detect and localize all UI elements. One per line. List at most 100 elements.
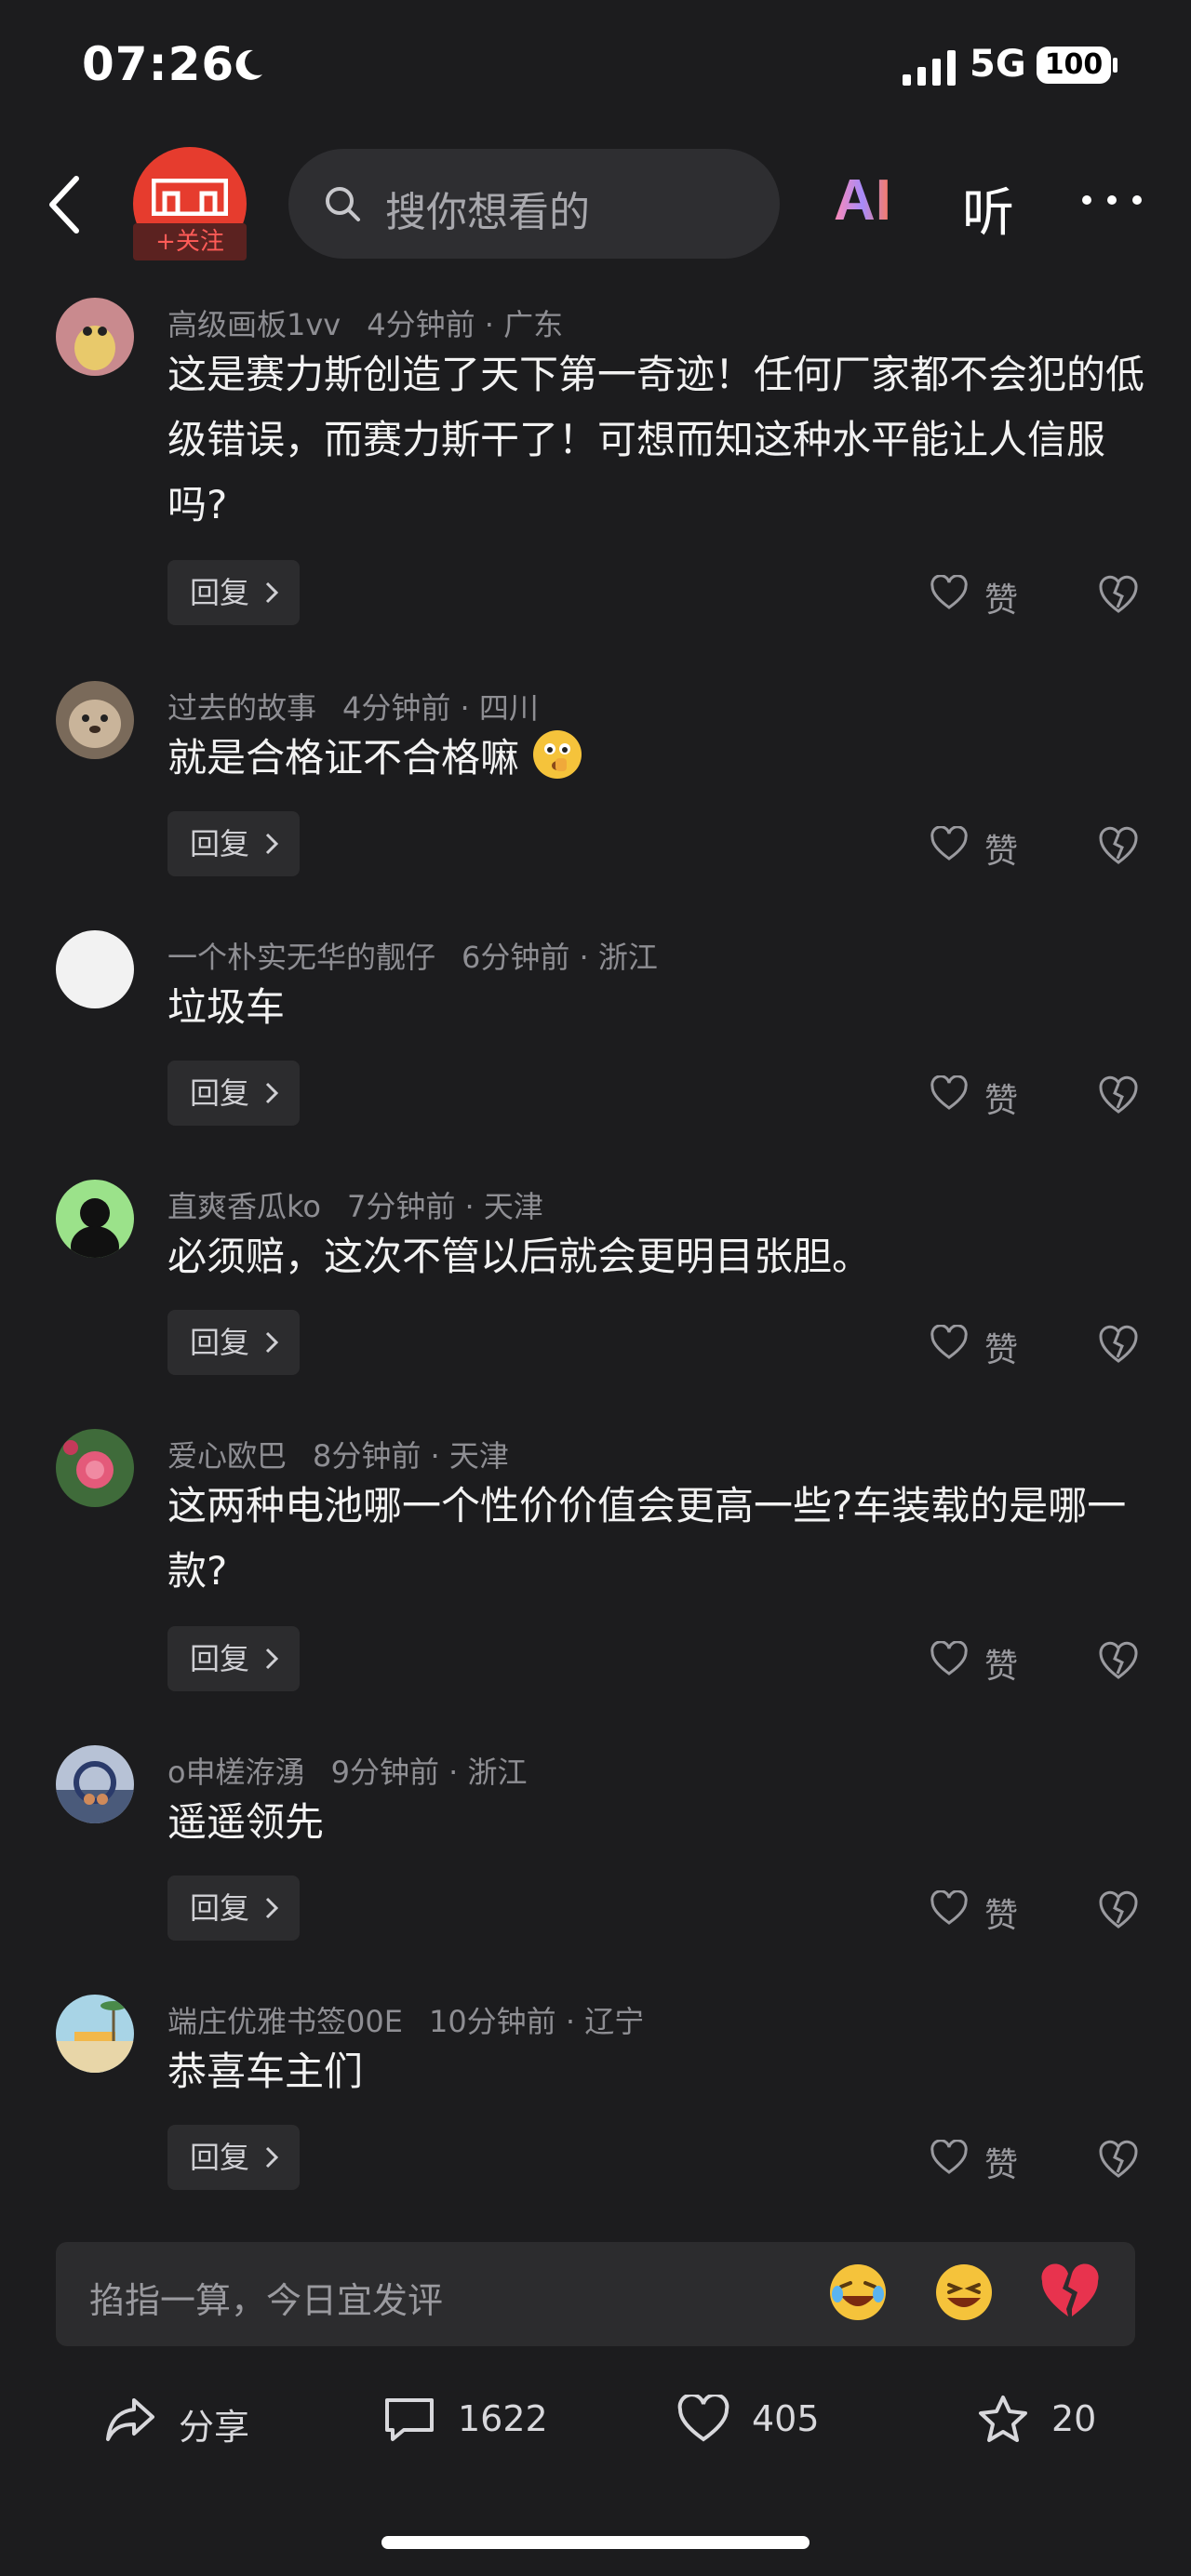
user-avatar[interactable] bbox=[56, 930, 134, 1008]
share-button[interactable]: 分享 bbox=[104, 2391, 262, 2448]
author-avatar[interactable]: +关注 bbox=[133, 147, 247, 260]
like-label: 赞 bbox=[984, 2146, 1019, 2184]
heart-icon bbox=[930, 575, 968, 609]
share-icon bbox=[106, 2398, 154, 2441]
like-label: 赞 bbox=[984, 1648, 1019, 1686]
grinning-emoji-icon[interactable] bbox=[934, 2262, 994, 2322]
username[interactable]: 端庄优雅书签00E bbox=[167, 2004, 403, 2039]
comment-meta: 端庄优雅书签00E 10分钟前 · 辽宁 bbox=[167, 1998, 644, 2041]
reply-button[interactable]: 回复 bbox=[167, 1061, 300, 1126]
like-label: 赞 bbox=[984, 581, 1019, 620]
dislike-heart-icon[interactable] bbox=[1098, 1324, 1139, 1365]
comment-meta: o申槎洊湧 9分钟前 · 浙江 bbox=[167, 1749, 527, 1792]
username[interactable]: 直爽香瓜ko bbox=[167, 1189, 321, 1224]
like-button[interactable]: 赞 bbox=[930, 1881, 1033, 1937]
like-button[interactable]: 赞 bbox=[930, 1632, 1033, 1688]
dislike-heart-icon[interactable] bbox=[1098, 1640, 1139, 1681]
comment-text: 遥遥领先 bbox=[167, 1799, 325, 1845]
comment-time-location: 7分钟前 · 天津 bbox=[346, 1189, 543, 1224]
heart-icon bbox=[930, 1890, 968, 1925]
follow-button[interactable]: +关注 bbox=[133, 223, 247, 260]
user-avatar[interactable] bbox=[56, 1429, 134, 1507]
heart-icon bbox=[930, 826, 968, 861]
like-label: 赞 bbox=[984, 1331, 1019, 1369]
back-icon[interactable] bbox=[37, 167, 93, 242]
dislike-heart-icon[interactable] bbox=[1098, 574, 1139, 615]
like-label: 赞 bbox=[984, 1082, 1019, 1120]
reply-label: 回复 bbox=[190, 1641, 250, 1676]
reply-button[interactable]: 回复 bbox=[167, 560, 300, 625]
like-button[interactable]: 赞 bbox=[930, 2130, 1033, 2186]
reply-label: 回复 bbox=[190, 1890, 250, 1926]
reply-button[interactable]: 回复 bbox=[167, 2125, 300, 2190]
chevron-right-icon bbox=[265, 1897, 279, 1919]
dislike-heart-icon[interactable] bbox=[1098, 825, 1139, 866]
favorite-count: 20 bbox=[1051, 2398, 1097, 2439]
comment-text: 恭喜车主们 bbox=[167, 2049, 364, 2094]
user-avatar[interactable] bbox=[56, 681, 134, 759]
comment-time-location: 9分钟前 · 浙江 bbox=[330, 1755, 528, 1790]
heart-icon bbox=[930, 1641, 968, 1675]
chevron-right-icon bbox=[265, 581, 279, 604]
reply-button[interactable]: 回复 bbox=[167, 1626, 300, 1691]
listen-button[interactable]: 听 bbox=[962, 171, 1014, 247]
chevron-right-icon bbox=[265, 1082, 279, 1104]
username[interactable]: 一个朴实无华的靓仔 bbox=[167, 940, 435, 975]
dislike-heart-icon[interactable] bbox=[1098, 1074, 1139, 1115]
status-bar: 07:26 5G 100 bbox=[0, 0, 1191, 140]
comment-time-location: 6分钟前 · 浙江 bbox=[462, 940, 658, 975]
reply-label: 回复 bbox=[190, 1075, 250, 1111]
search-icon bbox=[326, 187, 360, 221]
network-type: 5G bbox=[970, 43, 1026, 86]
search-input[interactable]: 搜你想看的 bbox=[288, 149, 780, 259]
composer-placeholder: 掐指一算，今日宜发评 bbox=[89, 2280, 444, 2321]
comment-meta: 过去的故事 4分钟前 · 四川 bbox=[167, 685, 539, 727]
user-avatar[interactable] bbox=[56, 1995, 134, 2073]
comment-text-content: 就是合格证不合格嘛 bbox=[167, 735, 520, 781]
heart-icon bbox=[930, 2140, 968, 2174]
username[interactable]: 高级画板1vv bbox=[167, 307, 341, 342]
user-avatar[interactable] bbox=[56, 298, 134, 376]
laughing-emoji-icon[interactable] bbox=[828, 2262, 888, 2322]
like-button[interactable]: 赞 bbox=[930, 817, 1033, 873]
reply-button[interactable]: 回复 bbox=[167, 1875, 300, 1941]
comment-count: 1622 bbox=[458, 2398, 548, 2439]
battery-icon: 100 bbox=[1037, 47, 1111, 84]
heart-icon bbox=[930, 1075, 968, 1110]
comment-meta: 直爽香瓜ko 7分钟前 · 天津 bbox=[167, 1183, 543, 1226]
search-placeholder: 搜你想看的 bbox=[385, 189, 590, 236]
reply-button[interactable]: 回复 bbox=[167, 1310, 300, 1375]
battery-tip bbox=[1113, 58, 1117, 73]
username[interactable]: 过去的故事 bbox=[167, 690, 316, 726]
comment-button[interactable]: 1622 bbox=[383, 2391, 569, 2447]
chevron-right-icon bbox=[265, 2146, 279, 2169]
comment-composer[interactable]: 掐指一算，今日宜发评 bbox=[56, 2242, 1135, 2346]
like-button[interactable]: 赞 bbox=[930, 566, 1033, 621]
comment-text: 这两种电池哪一个性价价值会更高一些?车装载的是哪一款? bbox=[167, 1483, 1127, 1594]
username[interactable]: o申槎洊湧 bbox=[167, 1755, 305, 1790]
username[interactable]: 爱心欧巴 bbox=[167, 1438, 287, 1474]
home-indicator[interactable] bbox=[381, 2536, 810, 2549]
ai-button[interactable]: AI bbox=[834, 167, 891, 234]
share-label: 分享 bbox=[179, 2407, 250, 2448]
like-post-button[interactable]: 405 bbox=[677, 2391, 845, 2447]
dislike-heart-icon[interactable] bbox=[1098, 2139, 1139, 2180]
comment-text: 这是赛力斯创造了天下第一奇迹！任何厂家都不会犯的低级错误，而赛力斯干了！可想而知… bbox=[167, 352, 1145, 527]
like-count: 405 bbox=[752, 2398, 820, 2439]
comment-time-location: 8分钟前 · 天津 bbox=[313, 1438, 509, 1474]
moon-icon bbox=[235, 49, 262, 80]
dislike-heart-icon[interactable] bbox=[1098, 1889, 1139, 1930]
user-avatar[interactable] bbox=[56, 1745, 134, 1823]
like-button[interactable]: 赞 bbox=[930, 1315, 1033, 1371]
chevron-right-icon bbox=[265, 1331, 279, 1354]
like-button[interactable]: 赞 bbox=[930, 1066, 1033, 1122]
comment-time-location: 10分钟前 · 辽宁 bbox=[428, 2004, 645, 2039]
reply-button[interactable]: 回复 bbox=[167, 811, 300, 876]
broken-heart-icon[interactable] bbox=[1040, 2262, 1100, 2322]
comment-time-location: 4分钟前 · 广东 bbox=[367, 307, 564, 342]
more-icon[interactable] bbox=[1079, 186, 1144, 214]
signal-icon bbox=[903, 50, 956, 86]
favorite-button[interactable]: 20 bbox=[977, 2391, 1117, 2447]
comment-icon bbox=[385, 2398, 434, 2441]
user-avatar[interactable] bbox=[56, 1180, 134, 1258]
